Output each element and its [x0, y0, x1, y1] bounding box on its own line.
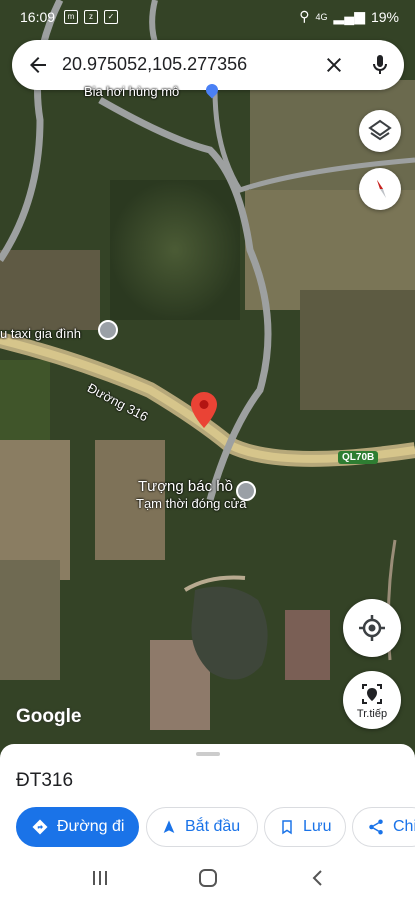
map-label-monument-status: Tạm thời đóng cửa: [136, 496, 247, 511]
dropped-pin-icon[interactable]: [191, 392, 217, 428]
monument-pin-icon[interactable]: [236, 481, 256, 501]
signal-icon: ▂▄▆: [333, 8, 365, 24]
layers-button[interactable]: [359, 110, 401, 152]
recent-apps-icon[interactable]: [90, 868, 110, 888]
search-bar[interactable]: 20.975052,105.277356: [12, 40, 404, 90]
map-label-place[interactable]: Bia hơi hùng mô: [84, 84, 179, 99]
system-nav-bar: [0, 856, 415, 900]
location-icon: ⚲: [299, 8, 310, 24]
google-logo: Google: [16, 706, 82, 727]
map-label-monument[interactable]: Tượng bác hồ: [138, 478, 233, 495]
route-badge: QL70B: [338, 451, 379, 464]
start-label: Bắt đầu: [185, 818, 241, 835]
home-icon[interactable]: [197, 867, 219, 889]
battery-text: 19%: [370, 8, 399, 25]
status-bar: 16:09 m z ✓ ⚲ 4G ▂▄▆ 19%: [0, 0, 415, 34]
checkbox-notification-icon: ✓: [104, 10, 118, 24]
messenger-icon: m: [64, 10, 78, 24]
directions-label: Đường đi: [57, 818, 125, 835]
map-label-taxi[interactable]: u taxi gia đình: [0, 326, 81, 341]
compass-button[interactable]: [359, 168, 401, 210]
share-icon: [369, 819, 383, 835]
place-title: ĐT316: [16, 770, 74, 791]
my-location-button[interactable]: [343, 599, 401, 657]
share-label: Chi: [393, 818, 415, 835]
crosshair-icon: [359, 615, 385, 641]
share-button[interactable]: Chi: [352, 807, 415, 847]
directions-button[interactable]: Đường đi: [16, 807, 139, 847]
compass-icon: [377, 180, 386, 198]
back-arrow-icon[interactable]: [26, 53, 50, 77]
close-icon[interactable]: [322, 53, 346, 77]
bookmark-icon: [282, 820, 292, 835]
save-button[interactable]: Lưu: [264, 807, 346, 847]
save-label: Lưu: [303, 818, 332, 835]
network-type: 4G: [315, 11, 328, 22]
drag-handle[interactable]: [196, 752, 220, 756]
poi-pin-icon[interactable]: [98, 320, 118, 340]
status-time: 16:09: [20, 9, 56, 25]
search-input[interactable]: 20.975052,105.277356: [62, 54, 247, 75]
directions-icon: [32, 819, 48, 835]
start-button[interactable]: Bắt đầu: [146, 807, 258, 847]
layers-icon: [368, 119, 392, 141]
live-view-button[interactable]: Tr.tiếp: [343, 671, 401, 729]
live-view-label: Tr.tiếp: [356, 708, 388, 720]
navigation-arrow-icon: [163, 820, 175, 833]
mic-icon[interactable]: [368, 52, 392, 78]
back-nav-icon[interactable]: [308, 868, 328, 888]
zalo-icon: z: [84, 10, 98, 24]
